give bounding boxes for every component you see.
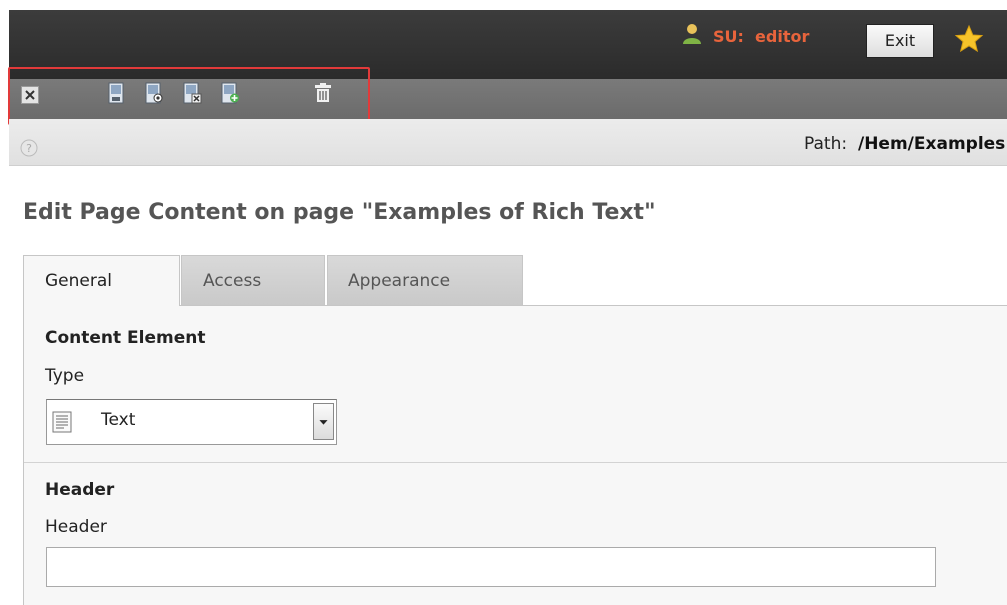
tab-access[interactable]: Access (181, 255, 325, 305)
save-and-new-icon[interactable] (219, 82, 241, 104)
switch-user-label[interactable]: SU: editor (713, 27, 809, 46)
user-icon (683, 24, 701, 44)
header-label: Header (45, 517, 107, 537)
content-element-heading: Content Element (45, 328, 206, 348)
tab-appearance[interactable]: Appearance (327, 255, 523, 305)
section-divider (24, 462, 1007, 463)
close-icon[interactable] (21, 86, 39, 104)
save-and-close-icon[interactable] (181, 82, 203, 104)
top-bar (9, 10, 1007, 79)
tab-general[interactable]: General (23, 255, 180, 306)
save-icon[interactable] (106, 82, 128, 104)
header-input[interactable] (46, 547, 936, 587)
save-and-view-icon[interactable] (143, 82, 165, 104)
svg-text:?: ? (26, 142, 32, 155)
delete-icon[interactable] (312, 82, 334, 104)
help-icon[interactable]: ? (20, 139, 38, 157)
header-heading: Header (45, 480, 115, 500)
exit-button[interactable]: Exit (866, 24, 934, 58)
path-value: /Hem/Examples of Rich Text/ (858, 134, 1007, 154)
path-label: Path: (804, 134, 848, 154)
page-title: Edit Page Content on page "Examples of R… (23, 200, 656, 225)
type-select[interactable] (46, 399, 337, 445)
chevron-down-icon[interactable] (313, 403, 334, 440)
type-select-value: Text (101, 410, 136, 430)
type-label: Type (45, 366, 85, 386)
text-content-icon (52, 411, 72, 433)
bookmark-star-icon[interactable] (954, 24, 984, 54)
